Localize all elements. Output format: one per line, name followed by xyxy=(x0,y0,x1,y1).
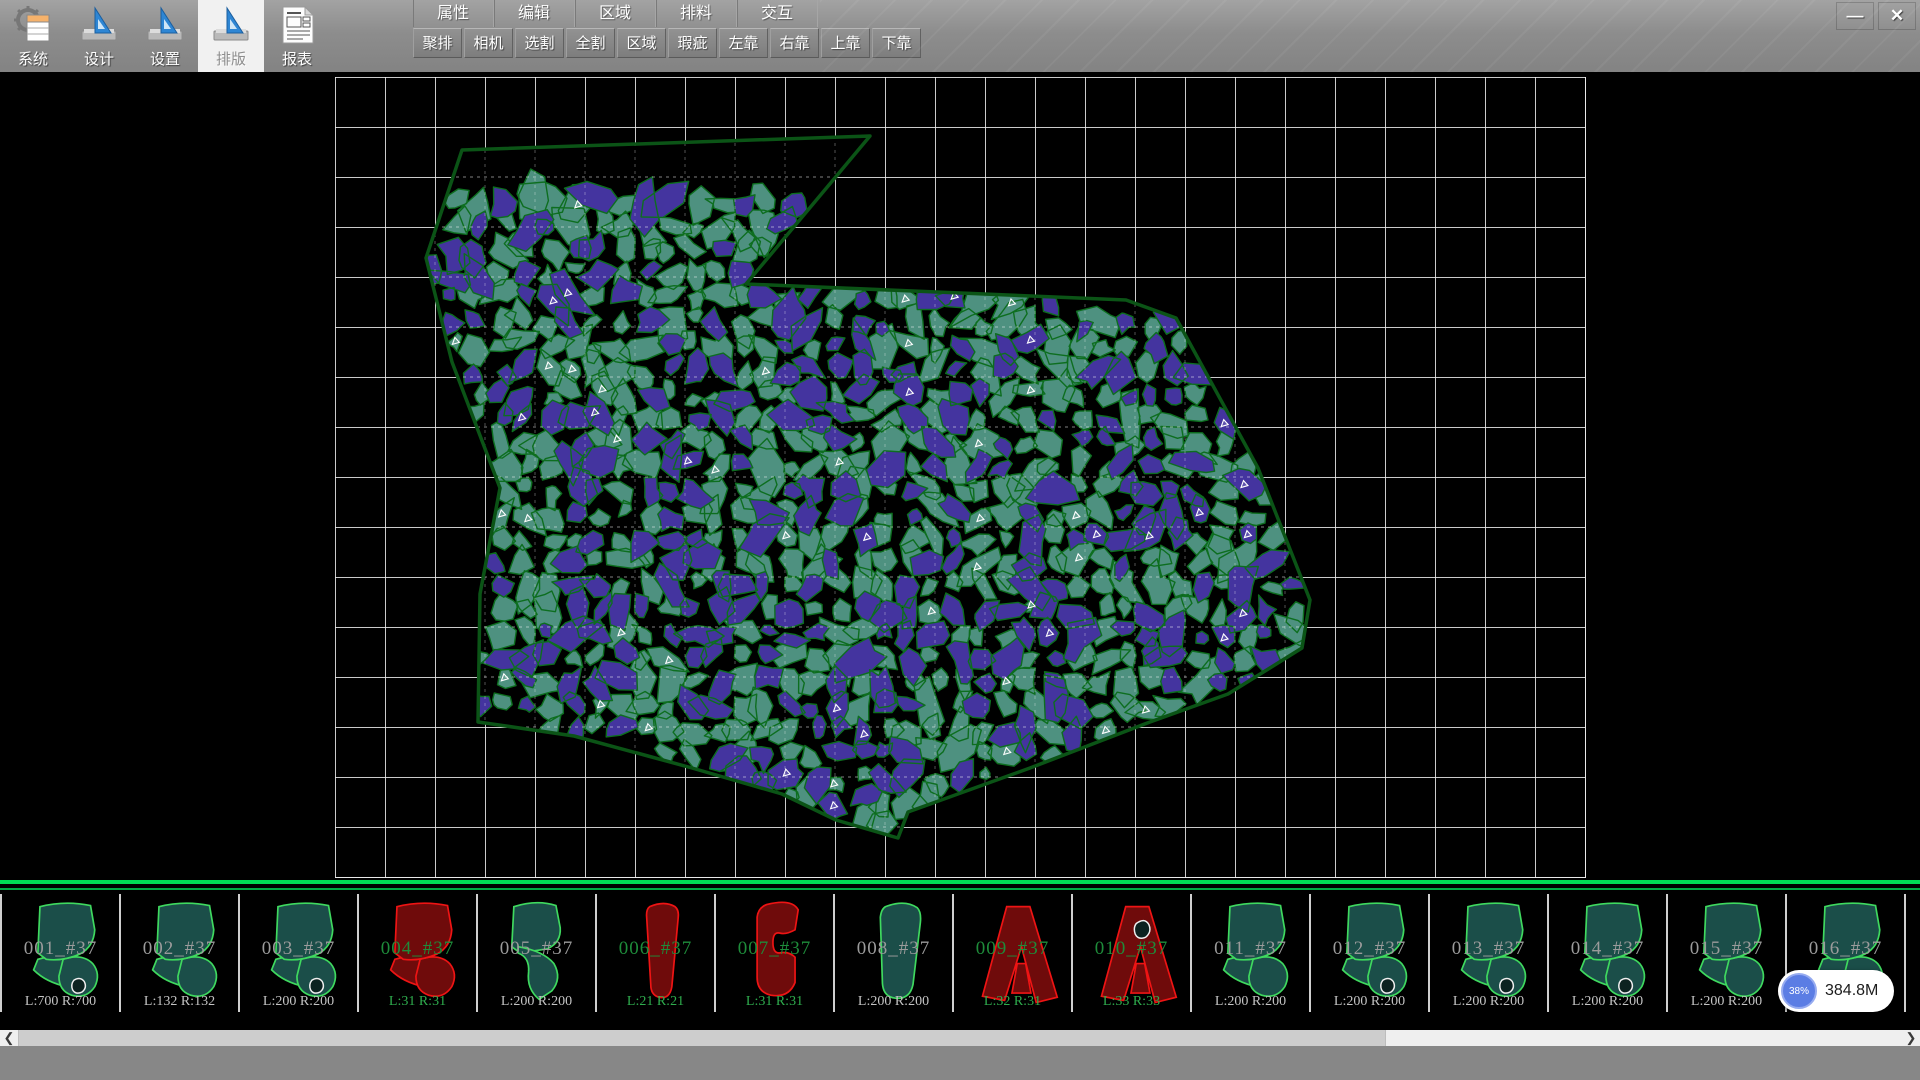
toolbar: 系统设计设置排版报表 属性编辑区域排料交互 聚排相机选割全割区域瑕疵左靠右靠上靠… xyxy=(0,0,1920,72)
piece-lr-count: L:32 R:31 xyxy=(954,994,1071,1010)
piece-lr-count: L:200 R:200 xyxy=(1549,994,1666,1010)
hide-nesting-layout[interactable] xyxy=(0,72,1920,880)
piece-lr-count: L:200 R:200 xyxy=(1192,994,1309,1010)
report-doc-icon xyxy=(275,4,319,46)
memory-value: 384.8M xyxy=(1825,982,1878,1000)
tool-button-左靠[interactable]: 左靠 xyxy=(719,28,768,58)
app-tab-报表[interactable]: 报表 xyxy=(264,0,330,72)
piece-thumbnail-011_#37[interactable]: 011_#37 L:200 R:200 xyxy=(1192,894,1311,1012)
piece-thumbnail-003_#37[interactable]: 003_#37 L:200 R:200 xyxy=(240,894,359,1012)
tool-button-相机[interactable]: 相机 xyxy=(464,28,513,58)
app-tab-bar: 系统 设计 设置 排版 报表 xyxy=(0,0,330,72)
piece-id-label: 013_#37 xyxy=(1430,938,1547,960)
piece-thumbnail-012_#37[interactable]: 012_#37 L:200 R:200 xyxy=(1311,894,1430,1012)
tool-button-选割[interactable]: 选割 xyxy=(515,28,564,58)
nesting-canvas[interactable] xyxy=(0,72,1920,880)
menu-tab-bar: 属性编辑区域排料交互 xyxy=(413,0,923,27)
menu-tab-排料[interactable]: 排料 xyxy=(656,0,737,27)
tool-button-瑕疵[interactable]: 瑕疵 xyxy=(668,28,717,58)
piece-id-label: 004_#37 xyxy=(359,938,476,960)
piece-id-label: 012_#37 xyxy=(1311,938,1428,960)
horizontal-scrollbar[interactable]: ❮ ❯ xyxy=(0,1030,1920,1046)
window-controls: — ✕ xyxy=(1836,2,1916,30)
app-tab-label: 设置 xyxy=(150,48,180,69)
piece-thumbnail-list: 001_#37L:700 R:700002_#37L:132 R:132003_… xyxy=(0,894,1920,1012)
menu-tab-交互[interactable]: 交互 xyxy=(737,0,818,27)
piece-thumbnail-007_#37[interactable]: 007_#37 L:31 R:31 xyxy=(716,894,835,1012)
piece-thumbnail-008_#37[interactable]: 008_#37 L:200 R:200 xyxy=(835,894,954,1012)
close-button[interactable]: ✕ xyxy=(1878,2,1916,30)
piece-lr-count: L:700 R:700 xyxy=(2,994,119,1010)
piece-lr-count: L:200 R:200 xyxy=(240,994,357,1010)
memory-usage-badge: 38% 384.8M xyxy=(1778,970,1894,1012)
piece-lr-count: L:132 R:132 xyxy=(121,994,238,1010)
piece-id-label: 005_#37 xyxy=(478,938,595,960)
piece-id-label: 010_#37 xyxy=(1073,938,1190,960)
piece-id-label: 009_#37 xyxy=(954,938,1071,960)
piece-thumbnail-013_#37[interactable]: 013_#37 L:200 R:200 xyxy=(1430,894,1549,1012)
piece-id-label: 003_#37 xyxy=(240,938,357,960)
piece-id-label: 014_#37 xyxy=(1549,938,1666,960)
piece-lr-count: L:200 R:200 xyxy=(478,994,595,1010)
app-tab-排版[interactable]: 排版 xyxy=(198,0,264,72)
piece-lr-count: L:21 R:21 xyxy=(597,994,714,1010)
menu-tab-属性[interactable]: 属性 xyxy=(413,0,494,27)
piece-thumbnail-014_#37[interactable]: 014_#37 L:200 R:200 xyxy=(1549,894,1668,1012)
piece-lr-count: L:200 R:200 xyxy=(1311,994,1428,1010)
piece-id-label: 001_#37 xyxy=(2,938,119,960)
piece-thumbnail-strip: 001_#37L:700 R:700002_#37L:132 R:132003_… xyxy=(0,880,1920,1030)
piece-lr-count: L:33 R:33 xyxy=(1073,994,1190,1010)
app-tab-label: 设计 xyxy=(84,48,114,69)
piece-id-label: 006_#37 xyxy=(597,938,714,960)
system-gear-icon xyxy=(11,4,55,46)
ruler-icon xyxy=(209,4,253,46)
piece-thumbnail-002_#37[interactable]: 002_#37 L:132 R:132 xyxy=(121,894,240,1012)
piece-thumbnail-004_#37[interactable]: 004_#37 L:31 R:31 xyxy=(359,894,478,1012)
app-tab-设计[interactable]: 设计 xyxy=(66,0,132,72)
piece-lr-count: L:200 R:200 xyxy=(1430,994,1547,1010)
piece-lr-count: L:31 R:31 xyxy=(716,994,833,1010)
tool-button-上靠[interactable]: 上靠 xyxy=(821,28,870,58)
app-tab-设置[interactable]: 设置 xyxy=(132,0,198,72)
piece-id-label: 002_#37 xyxy=(121,938,238,960)
tool-button-row: 聚排相机选割全割区域瑕疵左靠右靠上靠下靠 xyxy=(413,28,923,59)
app-tab-label: 报表 xyxy=(282,48,312,69)
piece-shape xyxy=(1906,894,1920,1012)
ruler-icon xyxy=(143,4,187,46)
piece-id-label: 015_#37 xyxy=(1668,938,1785,960)
menu-tab-区域[interactable]: 区域 xyxy=(575,0,656,27)
window-bottom-edge xyxy=(0,1046,1920,1080)
scrollbar-thumb[interactable] xyxy=(18,1030,1386,1046)
scroll-right-arrow-icon[interactable]: ❯ xyxy=(1902,1030,1920,1046)
ruler-icon xyxy=(77,4,121,46)
app-tab-系统[interactable]: 系统 xyxy=(0,0,66,72)
usage-percent-indicator: 38% xyxy=(1781,973,1817,1009)
piece-thumbnail-009_#37[interactable]: 009_#37 L:32 R:31 xyxy=(954,894,1073,1012)
piece-id-label: 008_#37 xyxy=(835,938,952,960)
nesting-app-window: 系统设计设置排版报表 属性编辑区域排料交互 聚排相机选割全割区域瑕疵左靠右靠上靠… xyxy=(0,0,1920,1080)
piece-thumbnail-006_#37[interactable]: 006_#37 L:21 R:21 xyxy=(597,894,716,1012)
piece-id-label: 007_#37 xyxy=(716,938,833,960)
tool-button-右靠[interactable]: 右靠 xyxy=(770,28,819,58)
tool-button-全割[interactable]: 全割 xyxy=(566,28,615,58)
menu-area: 属性编辑区域排料交互 聚排相机选割全割区域瑕疵左靠右靠上靠下靠 xyxy=(413,0,923,59)
piece-id-label: 011_#37 xyxy=(1192,938,1309,960)
piece-thumbnail-partial[interactable] xyxy=(1906,894,1920,1012)
app-tab-label: 系统 xyxy=(18,48,48,69)
tool-button-聚排[interactable]: 聚排 xyxy=(413,28,462,58)
piece-lr-count: L:200 R:200 xyxy=(1668,994,1785,1010)
minimize-button[interactable]: — xyxy=(1836,2,1874,30)
scroll-left-arrow-icon[interactable]: ❮ xyxy=(0,1030,18,1046)
piece-thumbnail-001_#37[interactable]: 001_#37 L:700 R:700 xyxy=(2,894,121,1012)
app-tab-label: 排版 xyxy=(216,48,246,69)
piece-thumbnail-015_#37[interactable]: 015_#37 L:200 R:200 xyxy=(1668,894,1787,1012)
tool-button-下靠[interactable]: 下靠 xyxy=(872,28,921,58)
piece-id-label: 016_#37 xyxy=(1787,938,1904,960)
tool-button-区域[interactable]: 区域 xyxy=(617,28,666,58)
piece-thumbnail-010_#37[interactable]: 010_#37 L:33 R:33 xyxy=(1073,894,1192,1012)
piece-lr-count: L:31 R:31 xyxy=(359,994,476,1010)
piece-lr-count: L:200 R:200 xyxy=(835,994,952,1010)
piece-thumbnail-005_#37[interactable]: 005_#37 L:200 R:200 xyxy=(478,894,597,1012)
menu-tab-编辑[interactable]: 编辑 xyxy=(494,0,575,27)
